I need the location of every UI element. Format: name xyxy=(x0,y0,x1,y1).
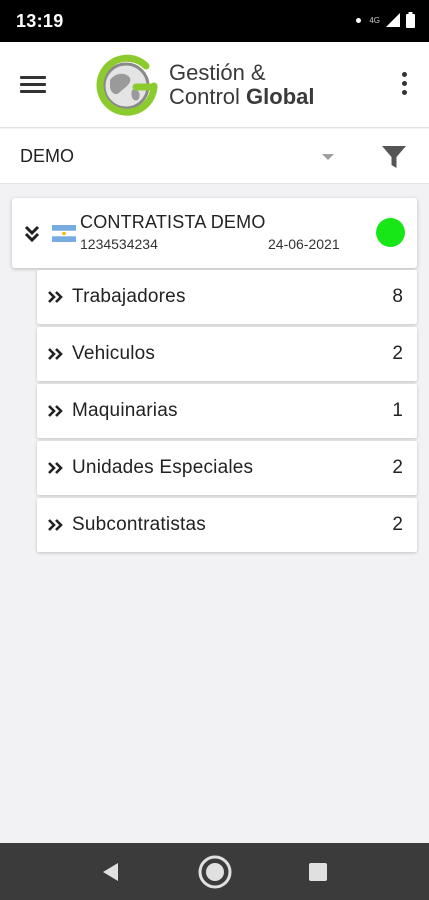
status-time: 13:19 xyxy=(16,11,64,31)
menu-icon[interactable] xyxy=(18,73,48,97)
expand-chevrons-icon[interactable] xyxy=(24,225,40,243)
app-logo: Gestión & Control Global xyxy=(96,54,346,116)
status-bar: 13:19 4G xyxy=(0,0,429,42)
category-count: 2 xyxy=(392,457,403,478)
contractor-id: 1234534234 xyxy=(80,236,158,252)
category-item-trabajadores[interactable]: Trabajadores 8 xyxy=(37,270,417,324)
category-item-subcontratistas[interactable]: Subcontratistas 2 xyxy=(37,498,417,552)
status-indicator xyxy=(376,218,405,247)
battery-icon xyxy=(406,12,415,28)
category-count: 2 xyxy=(392,343,403,364)
category-item-unidades-especiales[interactable]: Unidades Especiales 2 xyxy=(37,441,417,495)
category-label: Subcontratistas xyxy=(72,514,206,535)
network-type-label: 4G xyxy=(369,15,380,25)
category-label: Trabajadores xyxy=(72,286,186,307)
notification-dot-icon xyxy=(356,17,362,23)
filter-row: DEMO xyxy=(0,129,429,184)
category-label: Unidades Especiales xyxy=(72,457,254,478)
logo-text-line2: Control Global xyxy=(169,84,315,109)
contractor-card[interactable]: CONTRATISTA DEMO 1234534234 24-06-2021 xyxy=(12,198,417,268)
recents-icon[interactable] xyxy=(308,862,328,882)
signal-icon xyxy=(386,13,400,27)
contractor-date: 24-06-2021 xyxy=(268,236,340,252)
double-chevron-right-icon xyxy=(48,348,63,360)
filter-icon[interactable] xyxy=(381,144,407,170)
double-chevron-right-icon xyxy=(48,519,63,531)
dropdown-caret-icon xyxy=(322,154,334,160)
app-header: Gestión & Control Global xyxy=(0,42,429,128)
company-select[interactable]: DEMO xyxy=(20,142,338,170)
category-count: 8 xyxy=(392,286,403,307)
home-icon[interactable] xyxy=(197,854,233,890)
double-chevron-right-icon xyxy=(48,405,63,417)
more-vertical-icon[interactable] xyxy=(399,72,409,100)
status-icons: 4G xyxy=(356,12,415,28)
category-list: Trabajadores 8 Vehiculos 2 Maquinarias 1… xyxy=(37,270,417,555)
double-chevron-right-icon xyxy=(48,291,63,303)
argentina-flag-icon xyxy=(52,225,76,242)
category-label: Maquinarias xyxy=(72,400,178,421)
company-select-value: DEMO xyxy=(20,146,74,166)
category-count: 2 xyxy=(392,514,403,535)
back-icon[interactable] xyxy=(100,861,122,883)
category-item-maquinarias[interactable]: Maquinarias 1 xyxy=(37,384,417,438)
double-chevron-right-icon xyxy=(48,462,63,474)
navigation-bar xyxy=(0,843,429,900)
globe-logo-icon xyxy=(96,54,158,116)
category-label: Vehiculos xyxy=(72,343,156,364)
category-item-vehiculos[interactable]: Vehiculos 2 xyxy=(37,327,417,381)
logo-text-line1: Gestión & xyxy=(169,60,266,85)
category-count: 1 xyxy=(392,400,403,421)
contractor-name: CONTRATISTA DEMO xyxy=(80,212,266,232)
